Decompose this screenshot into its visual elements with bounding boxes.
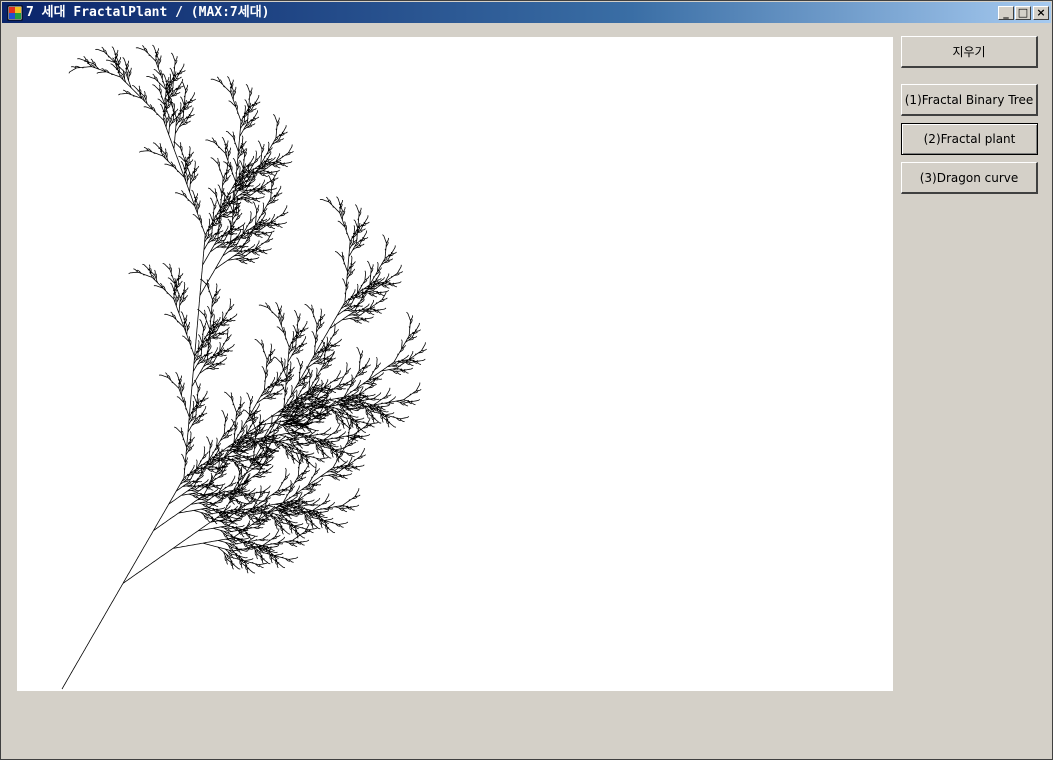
minimize-icon: _ — [1003, 6, 1009, 19]
drawing-canvas[interactable] — [17, 37, 893, 691]
maximize-button[interactable]: □ — [1015, 6, 1031, 20]
close-icon: × — [1036, 6, 1046, 19]
fractal-binary-tree-button[interactable]: (1)Fractal Binary Tree — [901, 84, 1038, 116]
maximize-icon: □ — [1017, 6, 1029, 19]
fractal-plant-drawing — [61, 44, 427, 690]
close-button[interactable]: × — [1033, 6, 1049, 20]
fractal-plant-path — [61, 44, 427, 690]
title-bar[interactable]: 7 세대 FractalPlant / (MAX:7세대) _ □ × — [2, 2, 1051, 23]
fractal-plant-button[interactable]: (2)Fractal plant — [901, 123, 1038, 155]
dragon-curve-button[interactable]: (3)Dragon curve — [901, 162, 1038, 194]
minimize-button[interactable]: _ — [998, 6, 1014, 20]
window-title: 7 세대 FractalPlant / (MAX:7세대) — [26, 5, 270, 20]
app-window: 7 세대 FractalPlant / (MAX:7세대) _ □ × 지우기 … — [0, 0, 1053, 760]
app-icon — [7, 5, 23, 21]
clear-button[interactable]: 지우기 — [901, 36, 1038, 68]
